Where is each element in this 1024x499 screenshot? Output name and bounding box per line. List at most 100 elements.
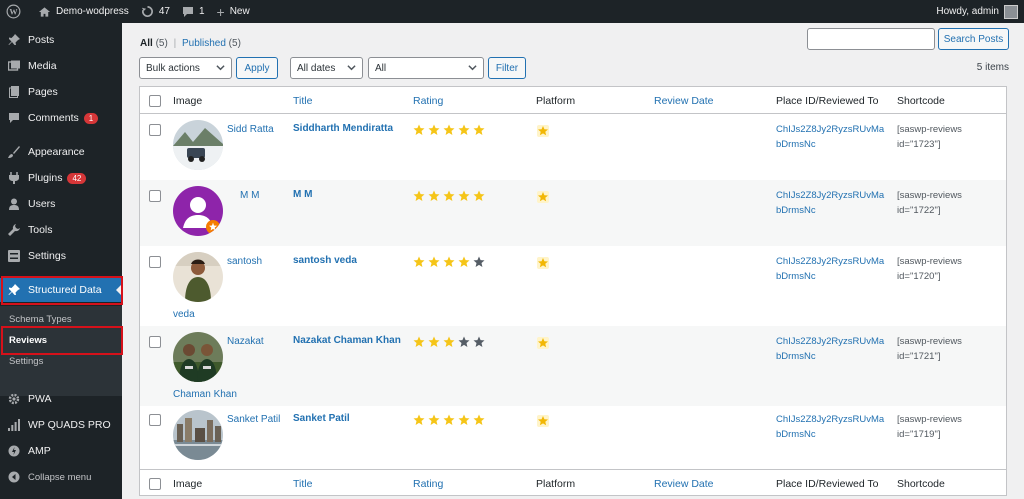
row-checkbox[interactable] bbox=[149, 190, 161, 202]
apply-button[interactable]: Apply bbox=[236, 57, 278, 79]
menu-comments[interactable]: Comments 1 bbox=[0, 106, 122, 130]
row-checkbox[interactable] bbox=[149, 256, 161, 268]
collapse-menu-button[interactable]: Collapse menu bbox=[0, 465, 122, 489]
row-checkbox[interactable] bbox=[149, 414, 161, 426]
user-avatar-icon bbox=[1004, 4, 1018, 19]
reviewer-name[interactable]: Sidd Ratta bbox=[227, 124, 274, 135]
place-id-link[interactable]: ChIJs2Z8Jy2RyzsRUvMabDrmsNc bbox=[776, 412, 888, 442]
select-all-checkbox-footer[interactable] bbox=[149, 478, 161, 490]
new-content-link[interactable]: + New bbox=[211, 0, 256, 23]
account-menu[interactable]: Howdy, admin bbox=[936, 4, 1024, 19]
menu-settings[interactable]: Settings bbox=[0, 244, 122, 268]
place-id-link[interactable]: ChIJs2Z8Jy2RyzsRUvMabDrmsNc bbox=[776, 122, 888, 152]
star-filled-icon bbox=[428, 414, 440, 425]
highlight-box-reviews bbox=[1, 326, 123, 355]
menu-pwa[interactable]: PWA bbox=[0, 387, 122, 411]
comments-link[interactable]: 1 bbox=[176, 0, 211, 23]
review-title[interactable]: M M bbox=[293, 188, 408, 202]
admin-bar: W Demo-wodpress 47 1 + New Howdy, admin bbox=[0, 0, 1024, 23]
column-rating[interactable]: Rating bbox=[413, 478, 443, 490]
menu-users[interactable]: Users bbox=[0, 192, 122, 216]
row-checkbox[interactable] bbox=[149, 124, 161, 136]
menu-tools[interactable]: Tools bbox=[0, 218, 122, 242]
column-review-date[interactable]: Review Date bbox=[654, 95, 714, 107]
column-review-date[interactable]: Review Date bbox=[654, 478, 714, 490]
reviewer-name[interactable]: santosh bbox=[227, 256, 262, 267]
updates-link[interactable]: 47 bbox=[135, 0, 176, 23]
rating-stars bbox=[413, 414, 485, 426]
star-filled-icon bbox=[413, 414, 425, 425]
bulk-actions-value: Bulk actions bbox=[146, 62, 200, 74]
menu-appearance[interactable]: Appearance bbox=[0, 140, 122, 164]
pin-icon bbox=[7, 33, 21, 47]
star-filled-icon bbox=[458, 190, 470, 201]
review-title[interactable]: Siddharth Mendiratta bbox=[293, 122, 408, 136]
column-title[interactable]: Title bbox=[293, 478, 312, 490]
menu-label: Posts bbox=[28, 34, 55, 46]
menu-plugins[interactable]: Plugins 42 bbox=[0, 166, 122, 190]
star-filled-icon bbox=[428, 124, 440, 135]
review-title[interactable]: Nazakat Chaman Khan bbox=[293, 334, 408, 348]
rating-stars bbox=[413, 256, 485, 268]
table-row: Sidd Ratta Siddharth Mendiratta ChIJs2Z8… bbox=[140, 114, 1006, 180]
menu-pages[interactable]: Pages bbox=[0, 80, 122, 104]
platform-star-icon bbox=[536, 336, 550, 353]
star-filled-icon bbox=[473, 124, 485, 135]
bars-icon bbox=[7, 418, 21, 432]
dates-select[interactable]: All dates bbox=[290, 57, 363, 79]
search-posts-button[interactable]: Search Posts bbox=[938, 28, 1009, 50]
review-title[interactable]: Sanket Patil bbox=[293, 412, 408, 426]
shortcode-text: [saswp-reviews id="1720"] bbox=[897, 256, 962, 282]
menu-label: Tools bbox=[28, 224, 53, 236]
column-place-id: Place ID/Reviewed To bbox=[776, 478, 879, 490]
star-filled-icon bbox=[443, 124, 455, 135]
table-row: santosh veda santosh veda ChIJs2Z8Jy2Ryz… bbox=[140, 246, 1006, 326]
reviewer-name[interactable]: M M bbox=[240, 190, 259, 201]
menu-wp-quads-pro[interactable]: WP QUADS PRO bbox=[0, 413, 122, 437]
dates-value: All dates bbox=[297, 62, 336, 74]
review-title[interactable]: santosh veda bbox=[293, 254, 408, 268]
search-input[interactable] bbox=[807, 28, 935, 50]
place-id-link[interactable]: ChIJs2Z8Jy2RyzsRUvMabDrmsNc bbox=[776, 188, 888, 218]
plugins-badge: 42 bbox=[67, 172, 87, 184]
star-filled-icon bbox=[458, 124, 470, 135]
star-filled-icon bbox=[473, 190, 485, 201]
home-icon bbox=[38, 6, 51, 17]
reviewer-avatar bbox=[173, 186, 223, 236]
submenu-settings[interactable]: Settings bbox=[9, 356, 43, 367]
submenu-schema-types[interactable]: Schema Types bbox=[9, 314, 72, 325]
new-label: New bbox=[229, 6, 250, 17]
reviewer-avatar bbox=[173, 332, 223, 382]
row-checkbox[interactable] bbox=[149, 336, 161, 348]
reviewer-name[interactable]: Nazakat bbox=[227, 336, 264, 347]
user-icon bbox=[7, 197, 21, 211]
platform-star-icon bbox=[536, 256, 550, 273]
brush-icon bbox=[7, 145, 21, 159]
filter-all-link[interactable]: All bbox=[140, 38, 153, 49]
column-title[interactable]: Title bbox=[293, 95, 312, 107]
reviewer-name-continued[interactable]: veda bbox=[173, 309, 195, 320]
platform-select[interactable]: All bbox=[368, 57, 484, 79]
menu-media[interactable]: Media bbox=[0, 54, 122, 78]
shortcode-text: [saswp-reviews id="1723"] bbox=[897, 124, 962, 150]
column-shortcode: Shortcode bbox=[897, 95, 945, 107]
menu-label: Settings bbox=[28, 250, 66, 262]
select-all-checkbox[interactable] bbox=[149, 95, 161, 107]
place-id-link[interactable]: ChIJs2Z8Jy2RyzsRUvMabDrmsNc bbox=[776, 254, 888, 284]
updates-count: 47 bbox=[158, 6, 170, 17]
table-row: Sanket Patil Sanket Patil ChIJs2Z8Jy2Ryz… bbox=[140, 406, 1006, 469]
column-image: Image bbox=[173, 478, 203, 490]
menu-label: Users bbox=[28, 198, 56, 210]
site-name-link[interactable]: Demo-wodpress bbox=[32, 0, 135, 23]
menu-posts[interactable]: Posts bbox=[0, 28, 122, 52]
reviewer-name-continued[interactable]: Chaman Khan bbox=[173, 389, 237, 400]
bulk-actions-select[interactable]: Bulk actions bbox=[139, 57, 232, 79]
menu-amp[interactable]: AMP bbox=[0, 439, 122, 463]
column-rating[interactable]: Rating bbox=[413, 95, 443, 107]
wordpress-logo-button[interactable]: W bbox=[0, 0, 32, 23]
reviewer-name[interactable]: Sanket Patil bbox=[227, 414, 280, 425]
status-filter-links: All (5) | Published (5) bbox=[140, 38, 241, 49]
filter-button[interactable]: Filter bbox=[488, 57, 526, 79]
filter-published-link[interactable]: Published bbox=[182, 38, 226, 49]
place-id-link[interactable]: ChIJs2Z8Jy2RyzsRUvMabDrmsNc bbox=[776, 334, 888, 364]
